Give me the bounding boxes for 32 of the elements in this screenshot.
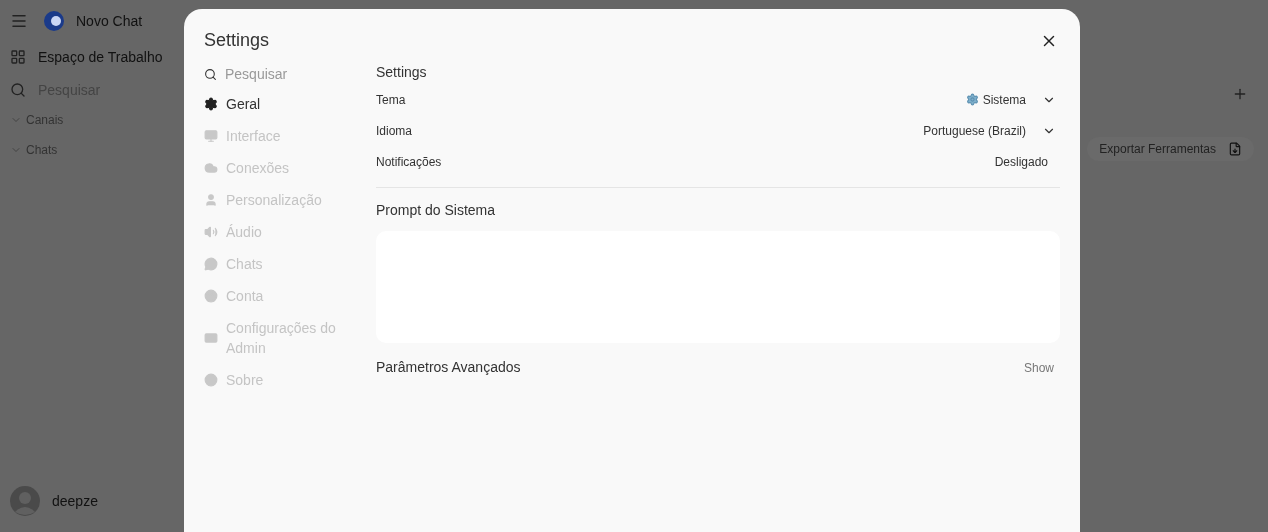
settings-tab[interactable]: Geral [204,88,376,120]
toggle-button[interactable]: Desligado [994,152,1060,171]
setting-label: Notificações [376,153,442,171]
new-chat-link[interactable]: Novo Chat [76,10,143,32]
menu-icon[interactable] [10,12,28,30]
monitor-icon [204,129,218,143]
setting-label: Tema [376,91,406,109]
add-icon[interactable] [1232,86,1248,102]
avatar-icon [10,486,40,516]
file-download-icon [1228,142,1242,156]
dialog-title: Settings [204,29,270,52]
search-icon [10,82,26,98]
section-title: Parâmetros Avançados [376,358,521,377]
gear-icon [965,93,979,106]
search-icon [204,67,217,81]
show-toggle[interactable]: Show [1023,358,1060,377]
person-icon [204,193,218,207]
dropdown-select[interactable]: Portuguese (Brazil) [923,121,1060,140]
section-title: Prompt do Sistema [376,201,497,220]
section-title: Settings [376,63,428,82]
logo-icon [44,11,64,31]
chat-bubble-icon [204,257,218,271]
speaker-icon [204,225,218,239]
workspace-link[interactable]: Espaço de Trabalho [38,46,163,68]
dropdown-select[interactable]: Sistema [965,90,1060,109]
setting-label: Idioma [376,122,413,140]
settings-search-field[interactable]: Pesquisar [225,63,355,85]
export-button[interactable]: Exportar Ferramentas [1087,137,1254,161]
gear-icon [204,97,218,111]
workspace-icon [10,49,26,65]
cloud-icon [204,161,218,175]
user-name[interactable]: deepze [52,490,98,512]
